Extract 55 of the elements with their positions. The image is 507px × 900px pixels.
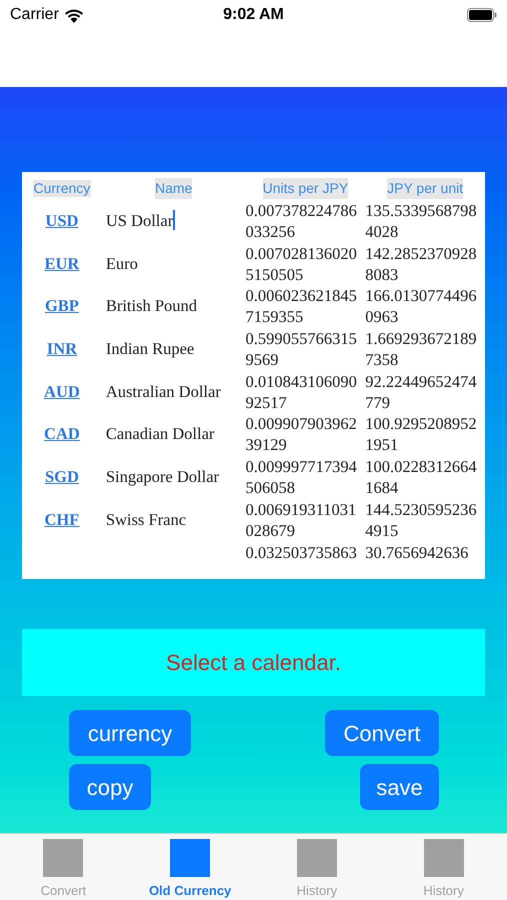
currency-code-link[interactable]: EUR (44, 252, 80, 274)
units-per-jpy: 0.007378224786033256 (246, 200, 358, 242)
column-header: JPY per unit (387, 178, 464, 199)
jpy-per-unit: 92.22449652474779 (365, 370, 478, 413)
carrier-label: Carrier (10, 5, 59, 25)
currency-name: US Dollar (106, 210, 174, 231)
column-header: Units per JPY (262, 178, 348, 199)
convert-button[interactable]: Convert (325, 710, 439, 756)
currency-name: Euro (106, 252, 138, 274)
currency-code-link[interactable]: SGD (44, 466, 79, 487)
units-per-jpy: 0.01084310609092517 (246, 370, 358, 413)
units-per-jpy: 0.009997717394506058 (246, 456, 358, 498)
tab-item[interactable]: History (254, 834, 380, 900)
jpy-per-unit: 100.92952089521951 (365, 413, 478, 456)
jpy-per-unit: 144.52305952364915 (365, 498, 478, 541)
jpy-per-unit: 30.7656942636 (365, 542, 470, 562)
currency-name: Canadian Dollar (106, 423, 214, 444)
column-header: Currency (32, 180, 91, 197)
tab-item[interactable]: Old Currency (126, 834, 254, 900)
battery-icon (466, 8, 497, 22)
column-header: Name (154, 178, 192, 199)
wifi-icon (64, 8, 84, 22)
currency-name: British Pound (106, 295, 198, 316)
jpy-per-unit: 1.6692936721897358 (365, 328, 478, 370)
currency-name: Singapore Dollar (106, 466, 220, 487)
currency-code-link[interactable]: CHF (44, 508, 80, 530)
message-label: Select a calendar. (22, 629, 485, 696)
jpy-per-unit: 100.02283126641684 (365, 456, 478, 498)
jpy-per-unit: 135.53395687984028 (365, 200, 478, 242)
currency-button[interactable]: currency (69, 710, 191, 756)
currency-code-link[interactable]: GBP (44, 295, 79, 316)
currency-name: Indian Rupee (106, 338, 194, 359)
tab-square-icon (43, 839, 84, 876)
units-per-jpy: 0.006919311031028679 (246, 498, 358, 541)
currency-code-link[interactable]: AUD (44, 380, 80, 402)
clock-time: 9:02 AM (223, 5, 284, 25)
currency-code-link[interactable]: CAD (44, 423, 80, 444)
tab-square-icon (424, 839, 464, 876)
jpy-per-unit: 166.01307744960963 (365, 285, 478, 328)
units-per-jpy: 0.032503735863 (246, 542, 358, 562)
units-per-jpy: 0.5990557663159569 (246, 328, 358, 370)
currency-code-link[interactable]: INR (46, 338, 78, 359)
currency-code-link[interactable]: USD (45, 210, 78, 231)
jpy-per-unit: 142.28523709288083 (365, 242, 478, 285)
currency-name: Swiss Franc (106, 508, 186, 530)
save-button[interactable]: save (360, 764, 439, 810)
tab-square-icon (296, 839, 337, 876)
units-per-jpy: 0.0060236218457159355 (246, 285, 358, 328)
tab-item[interactable]: Convert (0, 834, 127, 900)
tab-square-icon (170, 839, 210, 876)
units-per-jpy: 0.0070281360205150505 (246, 242, 358, 285)
tab-item[interactable]: History (380, 834, 507, 900)
units-per-jpy: 0.00990790396239129 (246, 413, 358, 456)
currency-name: Australian Dollar (106, 380, 221, 402)
copy-button[interactable]: copy (69, 764, 151, 810)
